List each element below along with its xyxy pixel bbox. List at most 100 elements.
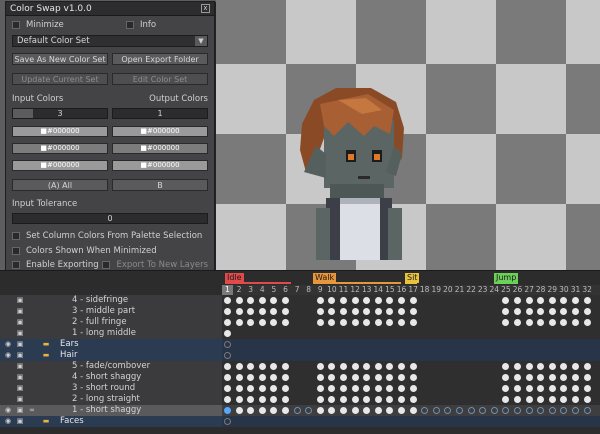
cel[interactable] — [316, 374, 324, 381]
cel[interactable] — [316, 407, 324, 414]
cel[interactable] — [548, 308, 556, 315]
lock-icon[interactable]: ▣ — [16, 362, 24, 370]
cel[interactable] — [351, 407, 359, 414]
frame-number[interactable]: 19 — [431, 285, 442, 295]
frame-number[interactable]: 5 — [268, 285, 279, 295]
layer-row[interactable]: ◉ ▣ ∞ 1 - short shaggy — [0, 405, 600, 416]
cel[interactable] — [572, 363, 579, 370]
cel[interactable] — [548, 385, 556, 392]
cel[interactable] — [340, 374, 347, 381]
cel[interactable] — [502, 363, 510, 370]
cel[interactable] — [351, 297, 359, 304]
cel[interactable] — [247, 297, 255, 304]
cel[interactable] — [374, 363, 382, 370]
cel[interactable] — [328, 319, 336, 326]
layer-cels[interactable] — [222, 361, 600, 372]
cel[interactable] — [572, 319, 579, 326]
cel[interactable] — [282, 407, 289, 414]
frame-number[interactable]: 22 — [466, 285, 477, 295]
layer-header[interactable]: ▣ 1 - long middle — [0, 328, 222, 339]
frame-number[interactable]: 7 — [292, 285, 303, 295]
link-icon[interactable] — [28, 318, 36, 326]
export-new-layers-checkbox[interactable] — [102, 261, 111, 269]
cel[interactable] — [363, 363, 371, 370]
cel[interactable] — [258, 297, 266, 304]
cel[interactable] — [502, 374, 510, 381]
cel[interactable] — [363, 407, 371, 414]
cel[interactable] — [235, 374, 243, 381]
cel[interactable] — [514, 363, 521, 370]
cel[interactable] — [514, 319, 521, 326]
layer-cels[interactable] — [222, 339, 600, 350]
cel[interactable] — [583, 363, 591, 370]
update-current-set-button[interactable]: Update Current Set — [12, 73, 108, 85]
cel[interactable] — [409, 385, 417, 392]
cel[interactable] — [328, 407, 336, 414]
cel[interactable] — [374, 297, 382, 304]
color-set-dropdown[interactable]: Default Color Set ▼ — [12, 35, 208, 47]
link-icon[interactable] — [28, 417, 36, 425]
cel[interactable] — [328, 308, 336, 315]
input-tolerance-slider[interactable]: 0 — [12, 213, 208, 224]
cel[interactable] — [525, 374, 533, 381]
frame-number[interactable]: 15 — [384, 285, 395, 295]
cel[interactable] — [525, 363, 533, 370]
layer-cels[interactable] — [222, 416, 600, 427]
cel[interactable] — [386, 297, 394, 304]
cel[interactable] — [316, 319, 324, 326]
cel[interactable] — [398, 374, 405, 381]
cel[interactable] — [351, 319, 359, 326]
eye-icon[interactable] — [4, 296, 12, 304]
cel[interactable] — [432, 407, 440, 414]
cel[interactable] — [456, 407, 463, 414]
cel[interactable] — [537, 407, 545, 414]
input-mode-button[interactable]: (A) All — [12, 179, 108, 191]
cel[interactable] — [386, 319, 394, 326]
frame-number[interactable]: 2 — [234, 285, 245, 295]
cel[interactable] — [258, 385, 266, 392]
cel[interactable] — [583, 385, 591, 392]
cel[interactable] — [282, 385, 289, 392]
cel[interactable] — [282, 363, 289, 370]
cel[interactable] — [258, 407, 266, 414]
layer-cels[interactable] — [222, 306, 600, 317]
cel[interactable] — [525, 319, 533, 326]
cel[interactable] — [502, 297, 510, 304]
cel[interactable] — [490, 407, 498, 414]
cel[interactable] — [398, 396, 405, 403]
cel[interactable] — [235, 385, 243, 392]
frame-number[interactable]: 30 — [558, 285, 569, 295]
cel[interactable] — [282, 308, 289, 315]
cel[interactable] — [282, 319, 289, 326]
cel[interactable] — [270, 385, 278, 392]
frame-number[interactable]: 11 — [338, 285, 349, 295]
cel[interactable] — [270, 407, 278, 414]
cel[interactable] — [537, 396, 545, 403]
cel[interactable] — [560, 407, 568, 414]
link-icon[interactable]: ∞ — [28, 406, 36, 414]
layer-header[interactable]: ▣ 3 - middle part — [0, 306, 222, 317]
link-icon[interactable] — [28, 329, 36, 337]
cel[interactable] — [340, 407, 347, 414]
layer-cels[interactable] — [222, 295, 600, 306]
layer-header[interactable]: ◉ ▣ ▬ Ears — [0, 339, 222, 350]
cel[interactable] — [316, 385, 324, 392]
cel[interactable] — [537, 308, 545, 315]
cel[interactable] — [282, 374, 289, 381]
layer-group-row[interactable]: ◉ ▣ ▬ Hair — [0, 350, 600, 361]
open-export-folder-button[interactable]: Open Export Folder — [112, 53, 208, 65]
link-icon[interactable] — [28, 362, 36, 370]
cel[interactable] — [444, 407, 452, 414]
cel[interactable] — [224, 374, 231, 381]
cel[interactable] — [386, 396, 394, 403]
frame-number[interactable]: 27 — [524, 285, 535, 295]
cel[interactable] — [270, 297, 278, 304]
cel[interactable] — [548, 319, 556, 326]
frame-number[interactable]: 32 — [582, 285, 593, 295]
layer-cels[interactable] — [222, 328, 600, 339]
cel[interactable] — [583, 308, 591, 315]
cel[interactable] — [316, 297, 324, 304]
input-color-swatch[interactable]: ■#000000 — [12, 160, 108, 171]
cel[interactable] — [270, 308, 278, 315]
folder-icon[interactable]: ▬ — [42, 417, 50, 425]
